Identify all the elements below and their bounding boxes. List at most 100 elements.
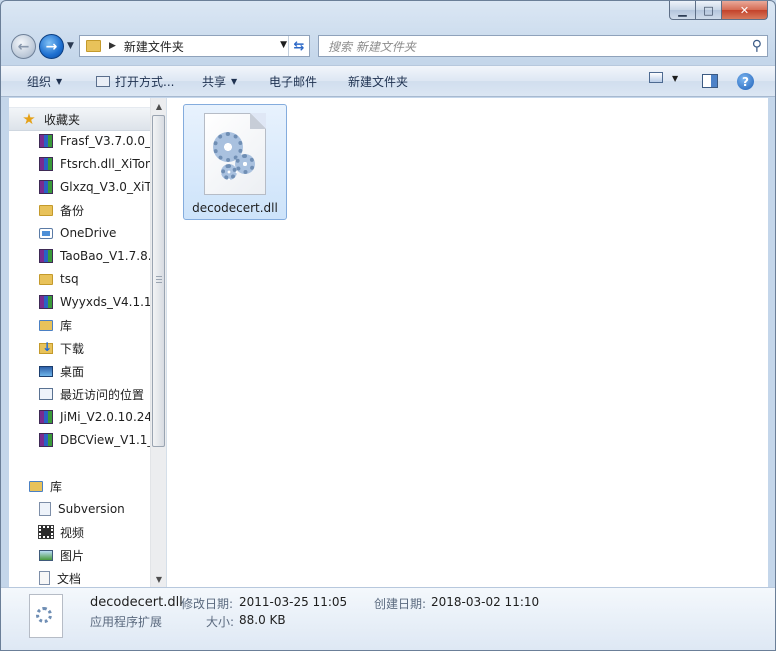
details-pane: decodecert.dll 应用程序扩展 修改日期: 2011-03-25 1…	[1, 587, 775, 650]
navigation-pane[interactable]: ★ 收藏夹 Frasf_V3.7.0.0_X Ftsrch.dll_XiTon …	[9, 98, 167, 587]
sidebar-item-frasf[interactable]: Frasf_V3.7.0.0_X	[39, 130, 159, 152]
library-icon	[29, 480, 43, 492]
onedrive-icon	[39, 227, 53, 239]
address-history-dropdown[interactable]: ▼	[280, 40, 287, 50]
sidebar-item-label: TaoBao_V1.7.8.	[60, 249, 152, 263]
details-filename: decodecert.dll	[90, 595, 183, 610]
share-label: 共享	[202, 75, 227, 89]
sidebar-item-onedrive[interactable]: OneDrive	[39, 222, 116, 244]
forward-button[interactable]: →	[39, 34, 64, 59]
favorites-label: 收藏夹	[44, 112, 81, 127]
sidebar-item-ftsrch[interactable]: Ftsrch.dll_XiTon	[39, 153, 153, 175]
sidebar-item-pictures[interactable]: 图片	[39, 544, 84, 566]
open-with-label: 打开方式...	[115, 75, 175, 89]
sidebar-item-label: Subversion	[58, 502, 125, 516]
recent-pages-dropdown[interactable]: ▼	[67, 41, 74, 51]
libraries-label: 库	[50, 479, 63, 494]
subversion-icon	[39, 502, 51, 516]
sidebar-item-recent-places[interactable]: 最近访问的位置	[39, 383, 144, 405]
share-menu[interactable]: 共享 ▼	[202, 73, 237, 90]
sidebar-item-taobao[interactable]: TaoBao_V1.7.8.	[39, 245, 152, 267]
help-icon: ?	[737, 73, 754, 90]
navigation-bar: ← → ▼ ▶ 新建文件夹 ▼ ⇆ 搜索 新建文件夹 ⚲	[1, 31, 775, 63]
sidebar-item-subversion[interactable]: Subversion	[39, 498, 125, 520]
sidebar-item-label: 视频	[60, 525, 85, 540]
sidebar-item-glxzq[interactable]: Glxzq_V3.0_XiTo	[39, 176, 157, 198]
sidebar-item-dbcview[interactable]: DBCView_V1.1_	[39, 429, 153, 451]
view-options-dropdown[interactable]: ▼	[672, 74, 678, 83]
sidebar-item-label: OneDrive	[60, 226, 117, 240]
star-icon: ★	[22, 110, 36, 128]
favorites-header[interactable]: ★ 收藏夹	[9, 107, 150, 131]
view-icon	[649, 72, 663, 83]
back-arrow-icon: ←	[17, 38, 30, 55]
chevron-down-icon: ▼	[56, 77, 63, 86]
sidebar-item-documents[interactable]: 文档	[39, 567, 81, 587]
pictures-icon	[39, 549, 53, 561]
modified-value: 2011-03-25 11:05	[239, 595, 348, 609]
change-view-button[interactable]	[649, 72, 663, 83]
sidebar-item-label: DBCView_V1.1_	[60, 433, 154, 447]
size-label: 大小:	[206, 615, 235, 629]
back-button[interactable]: ←	[11, 34, 36, 59]
grip-icon	[156, 276, 162, 284]
caption-buttons: ▁ □ ✕	[669, 1, 768, 20]
navigation-pane-scrollbar[interactable]: ▲ ▼	[150, 98, 166, 587]
open-with-button[interactable]: 打开方式...	[96, 73, 174, 90]
preview-pane-button[interactable]	[702, 74, 718, 88]
sidebar-item-library[interactable]: 库	[39, 314, 72, 336]
search-input[interactable]: 搜索 新建文件夹	[328, 38, 416, 55]
email-button[interactable]: 电子邮件	[269, 73, 317, 90]
library-icon	[39, 319, 53, 331]
file-item-decodecert-dll[interactable]: decodecert.dll	[183, 104, 287, 220]
sidebar-item-label: 桌面	[60, 364, 85, 379]
maximize-button[interactable]: □	[696, 1, 722, 20]
sidebar-item-downloads[interactable]: 下载	[39, 337, 84, 359]
file-list-view[interactable]: decodecert.dll	[167, 98, 768, 587]
rar-archive-icon	[39, 249, 53, 263]
sidebar-item-desktop[interactable]: 桌面	[39, 360, 84, 382]
sidebar-item-tsq[interactable]: tsq	[39, 268, 79, 290]
open-with-icon	[96, 76, 110, 87]
refresh-icon: ⇆	[293, 38, 305, 54]
sidebar-item-label: 最近访问的位置	[60, 387, 145, 402]
organize-label: 组织	[27, 75, 52, 89]
sidebar-item-wyyxds[interactable]: Wyyxds_V4.1.1.	[39, 291, 155, 313]
libraries-header[interactable]: 库	[29, 475, 62, 497]
sidebar-item-jimi[interactable]: JiMi_V2.0.10.24_	[39, 406, 158, 428]
rar-archive-icon	[39, 157, 53, 171]
recent-places-icon	[39, 388, 53, 400]
sidebar-item-videos[interactable]: 视频	[38, 521, 85, 543]
scroll-down-arrow-icon[interactable]: ▼	[151, 571, 167, 587]
scrollbar-thumb[interactable]	[152, 115, 165, 447]
dll-file-icon	[29, 594, 63, 638]
downloads-icon	[39, 340, 53, 354]
search-icon[interactable]: ⚲	[752, 38, 762, 54]
sidebar-item-backup[interactable]: 备份	[39, 199, 84, 221]
sidebar-item-label: Wyyxds_V4.1.1.	[60, 295, 156, 309]
help-button[interactable]: ?	[737, 73, 754, 90]
sidebar-item-label: Glxzq_V3.0_XiTo	[60, 180, 158, 194]
details-file-type: 应用程序扩展	[90, 615, 163, 629]
organize-menu[interactable]: 组织 ▼	[27, 73, 62, 90]
breadcrumb-chevron-icon[interactable]: ▶	[109, 41, 116, 51]
sidebar-item-label: 库	[60, 318, 73, 333]
breadcrumb-current-folder[interactable]: 新建文件夹	[124, 38, 184, 55]
close-button[interactable]: ✕	[722, 1, 768, 20]
forward-arrow-icon: →	[45, 38, 58, 55]
search-box[interactable]: 搜索 新建文件夹 ⚲	[318, 35, 768, 57]
address-bar[interactable]: ▶ 新建文件夹 ▼ ⇆	[79, 35, 310, 57]
minimize-button[interactable]: ▁	[669, 1, 696, 20]
modified-label: 修改日期:	[181, 597, 234, 611]
folder-icon	[86, 40, 101, 52]
sidebar-item-label: 文档	[57, 571, 82, 586]
rar-archive-icon	[39, 295, 53, 309]
scroll-up-arrow-icon[interactable]: ▲	[151, 98, 167, 114]
refresh-button[interactable]: ⇆	[288, 36, 309, 56]
new-folder-button[interactable]: 新建文件夹	[348, 73, 408, 90]
dll-file-icon	[204, 113, 266, 195]
desktop-icon	[39, 365, 53, 377]
chevron-down-icon: ▼	[231, 77, 238, 86]
sidebar-item-label: Ftsrch.dll_XiTon	[60, 157, 153, 171]
sidebar-item-label: Frasf_V3.7.0.0_X	[60, 134, 160, 148]
